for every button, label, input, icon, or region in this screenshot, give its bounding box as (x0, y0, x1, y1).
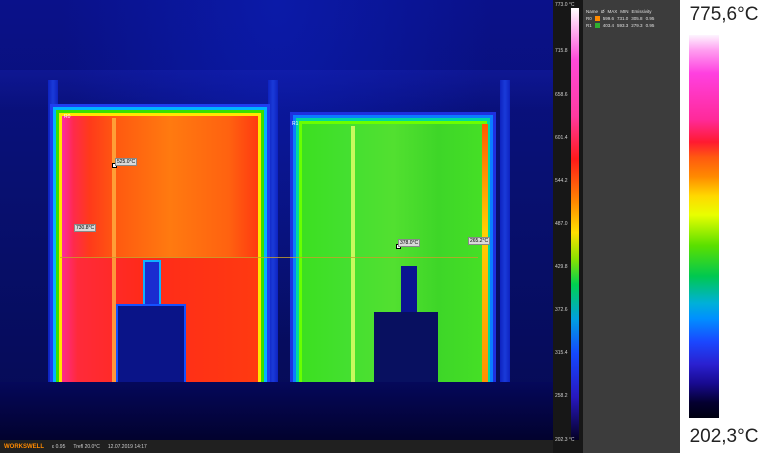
scale-min-label: 202.3 °C (555, 437, 575, 443)
workswell-logo: WORKSWELL (4, 443, 44, 450)
table-row[interactable]: R1 403.4 593.3 279.3 0.95 (583, 21, 680, 28)
table-row[interactable]: R0 599.6 731.0 305.8 0.95 (583, 14, 680, 21)
header-emissivity: Emissivity (631, 9, 652, 14)
spot-label-3: 378.0°C (398, 239, 421, 247)
scale-tick: 544.2 (555, 178, 568, 184)
row-avg: 599.6 (602, 16, 615, 21)
row-color-swatch (594, 23, 600, 28)
measurement-table: Name Ø MAX MIN Emissivity R0 599.6 731.0… (583, 0, 680, 453)
pillar-left (48, 80, 58, 400)
profile-line[interactable] (60, 257, 478, 258)
spot-label-1: 525.0°C (115, 158, 138, 166)
scale-tick: 429.8 (555, 264, 568, 270)
header-avg: Ø (601, 9, 605, 14)
region-tag-r0[interactable]: R0 (64, 114, 70, 120)
shadow-right-stem (401, 266, 417, 316)
thermal-image[interactable]: R0 R1 525.0°C 730.8°C 378.0°C 265.2°C (0, 0, 553, 440)
legend-gradient-bar (689, 35, 719, 418)
region-tag-r1[interactable]: R1 (292, 121, 298, 127)
status-bar: WORKSWELL ε 0.95 Trefl 20.0°C 12.07.2019… (0, 440, 553, 453)
row-name: R1 (586, 23, 592, 28)
temperature-scale: 773.0 °C 715.8 658.6 601.4 544.2 487.0 4… (553, 0, 583, 453)
header-name: Name (586, 9, 599, 14)
row-emissivity: 0.95 (645, 16, 655, 21)
scale-tick: 258.2 (555, 393, 568, 399)
pillar-middle (268, 80, 278, 400)
seam-right (351, 126, 355, 392)
scale-tick: 601.4 (555, 135, 568, 141)
scale-tick: 487.0 (555, 221, 568, 227)
legend-max-label: 775,6°C (689, 4, 759, 25)
spot-label-2: 730.8°C (74, 224, 97, 232)
row-max: 593.3 (617, 23, 629, 28)
floor (0, 382, 553, 440)
panel-right-edge (482, 124, 488, 394)
shadow-left-stem (145, 262, 159, 312)
row-min: 279.3 (631, 23, 643, 28)
scale-tick: 658.6 (555, 92, 568, 98)
pillar-right (500, 80, 510, 400)
row-avg: 403.4 (602, 23, 615, 28)
scale-gradient-bar (571, 8, 579, 440)
scale-tick: 372.6 (555, 307, 568, 313)
datetime-readout: 12.07.2019 14:17 (107, 443, 147, 450)
emissivity-readout: ε 0.95 (52, 443, 66, 450)
scale-tick: 315.4 (555, 350, 568, 356)
legend-min-label: 202,3°C (689, 426, 759, 447)
row-max: 731.0 (617, 16, 629, 21)
row-name: R0 (586, 16, 592, 21)
header-max: MAX (607, 9, 618, 14)
row-emissivity: 0.95 (645, 23, 655, 28)
treflected-readout: Trefl 20.0°C (73, 443, 100, 450)
spot-label-4: 265.2°C (468, 237, 491, 245)
color-legend: 775,6°C 202,3°C (680, 0, 768, 453)
row-min: 305.8 (631, 16, 643, 21)
table-header: Name Ø MAX MIN Emissivity (583, 0, 680, 14)
row-color-swatch (594, 16, 600, 21)
scale-tick: 715.8 (555, 48, 568, 54)
header-min: MIN (620, 9, 629, 14)
